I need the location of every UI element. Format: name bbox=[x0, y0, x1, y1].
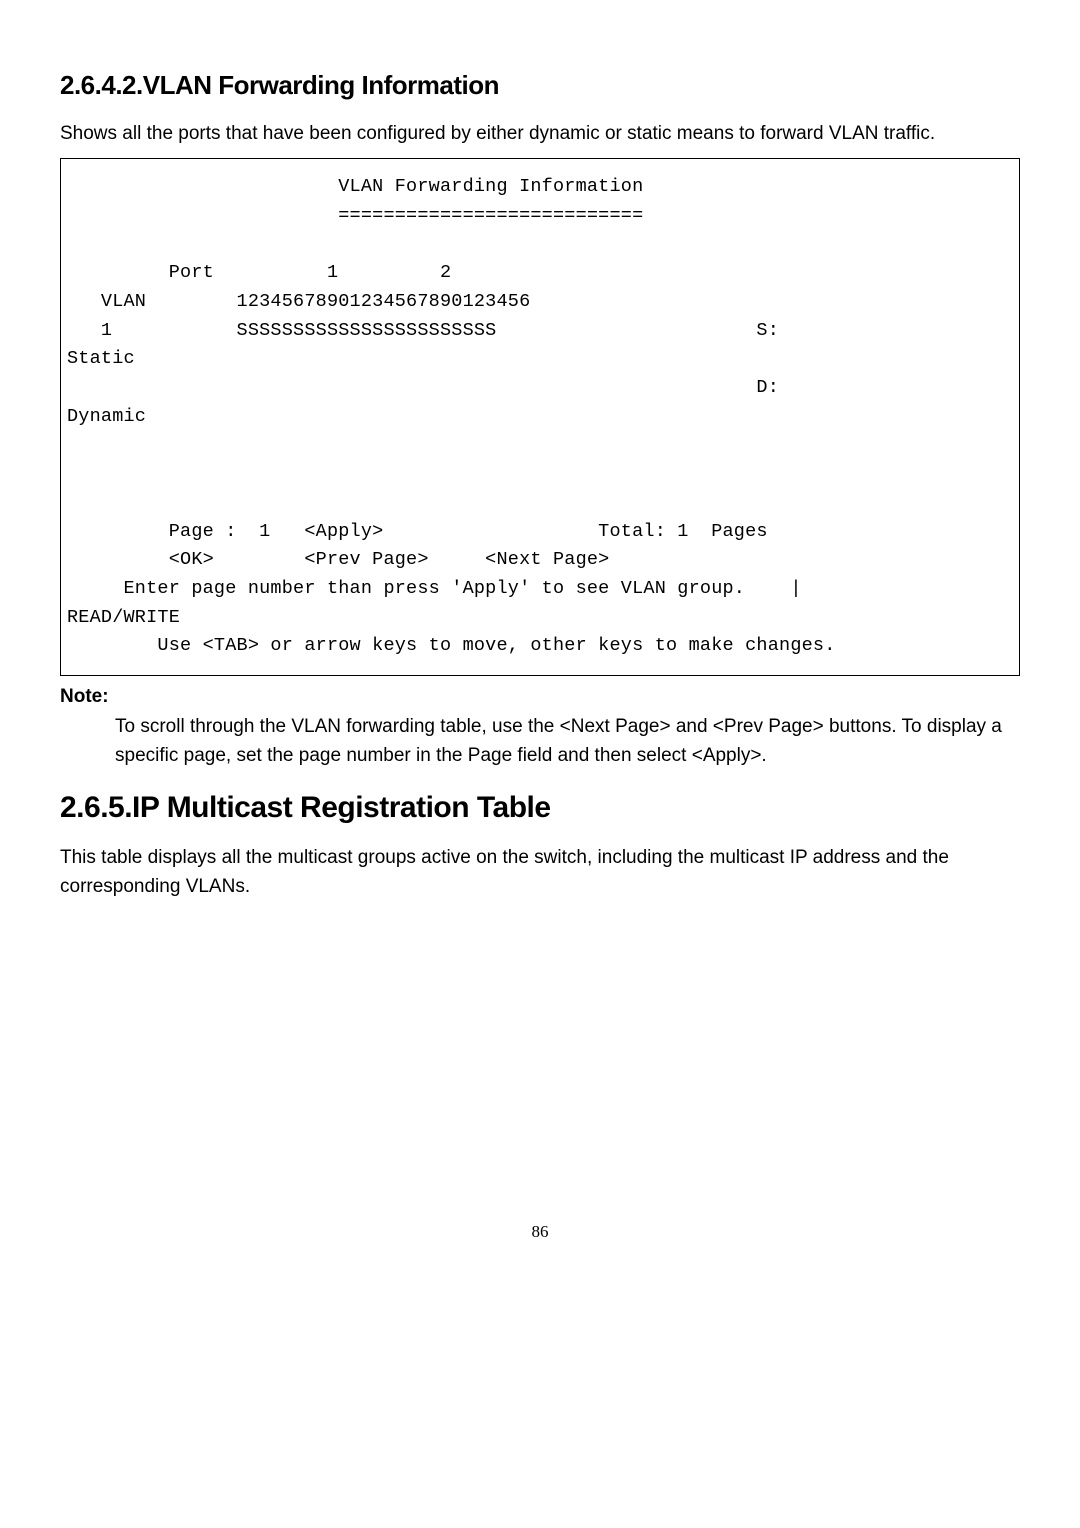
terminal-vlan-header: VLAN 12345678901234567890123456 bbox=[67, 291, 530, 312]
section-intro-vlan-forwarding: Shows all the ports that have been confi… bbox=[60, 119, 1020, 148]
terminal-output-vlan-forwarding: VLAN Forwarding Information ============… bbox=[60, 158, 1020, 675]
terminal-vlan-row: 1 SSSSSSSSSSSSSSSSSSSSSSS S: bbox=[67, 320, 779, 341]
terminal-port-header: Port 1 2 bbox=[67, 262, 451, 283]
terminal-nav-line: <OK> <Prev Page> <Next Page> bbox=[67, 549, 610, 570]
note-label: Note: bbox=[60, 686, 1020, 708]
page-number: 86 bbox=[60, 1222, 1020, 1242]
terminal-title: VLAN Forwarding Information bbox=[67, 176, 643, 197]
terminal-dynamic-legend: Dynamic bbox=[67, 406, 146, 427]
section-heading-vlan-forwarding: 2.6.4.2.VLAN Forwarding Information bbox=[60, 70, 1020, 101]
terminal-pre: VLAN Forwarding Information ============… bbox=[67, 173, 1013, 660]
terminal-instruction: Enter page number than press 'Apply' to … bbox=[67, 578, 802, 599]
terminal-divider: =========================== bbox=[67, 205, 643, 226]
section-heading-ip-multicast: 2.6.5.IP Multicast Registration Table bbox=[60, 791, 1020, 825]
terminal-mode: READ/WRITE bbox=[67, 607, 180, 628]
note-body-text: To scroll through the VLAN forwarding ta… bbox=[115, 712, 1020, 771]
section-intro-ip-multicast: This table displays all the multicast gr… bbox=[60, 843, 1020, 902]
terminal-hint: Use <TAB> or arrow keys to move, other k… bbox=[67, 635, 836, 656]
terminal-pager-line: Page : 1 <Apply> Total: 1 Pages bbox=[67, 521, 768, 542]
terminal-static-legend: Static bbox=[67, 348, 135, 369]
